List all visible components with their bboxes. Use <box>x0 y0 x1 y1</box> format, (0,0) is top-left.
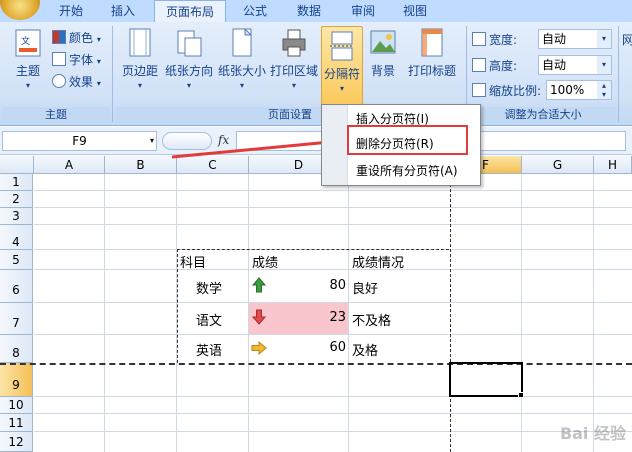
highlight-box <box>347 125 468 155</box>
annotation-arrow <box>171 134 346 159</box>
menu-item-reset-all-page-breaks[interactable]: 重设所有分页符(A) <box>356 160 458 182</box>
menu-icon-strip <box>322 105 348 185</box>
